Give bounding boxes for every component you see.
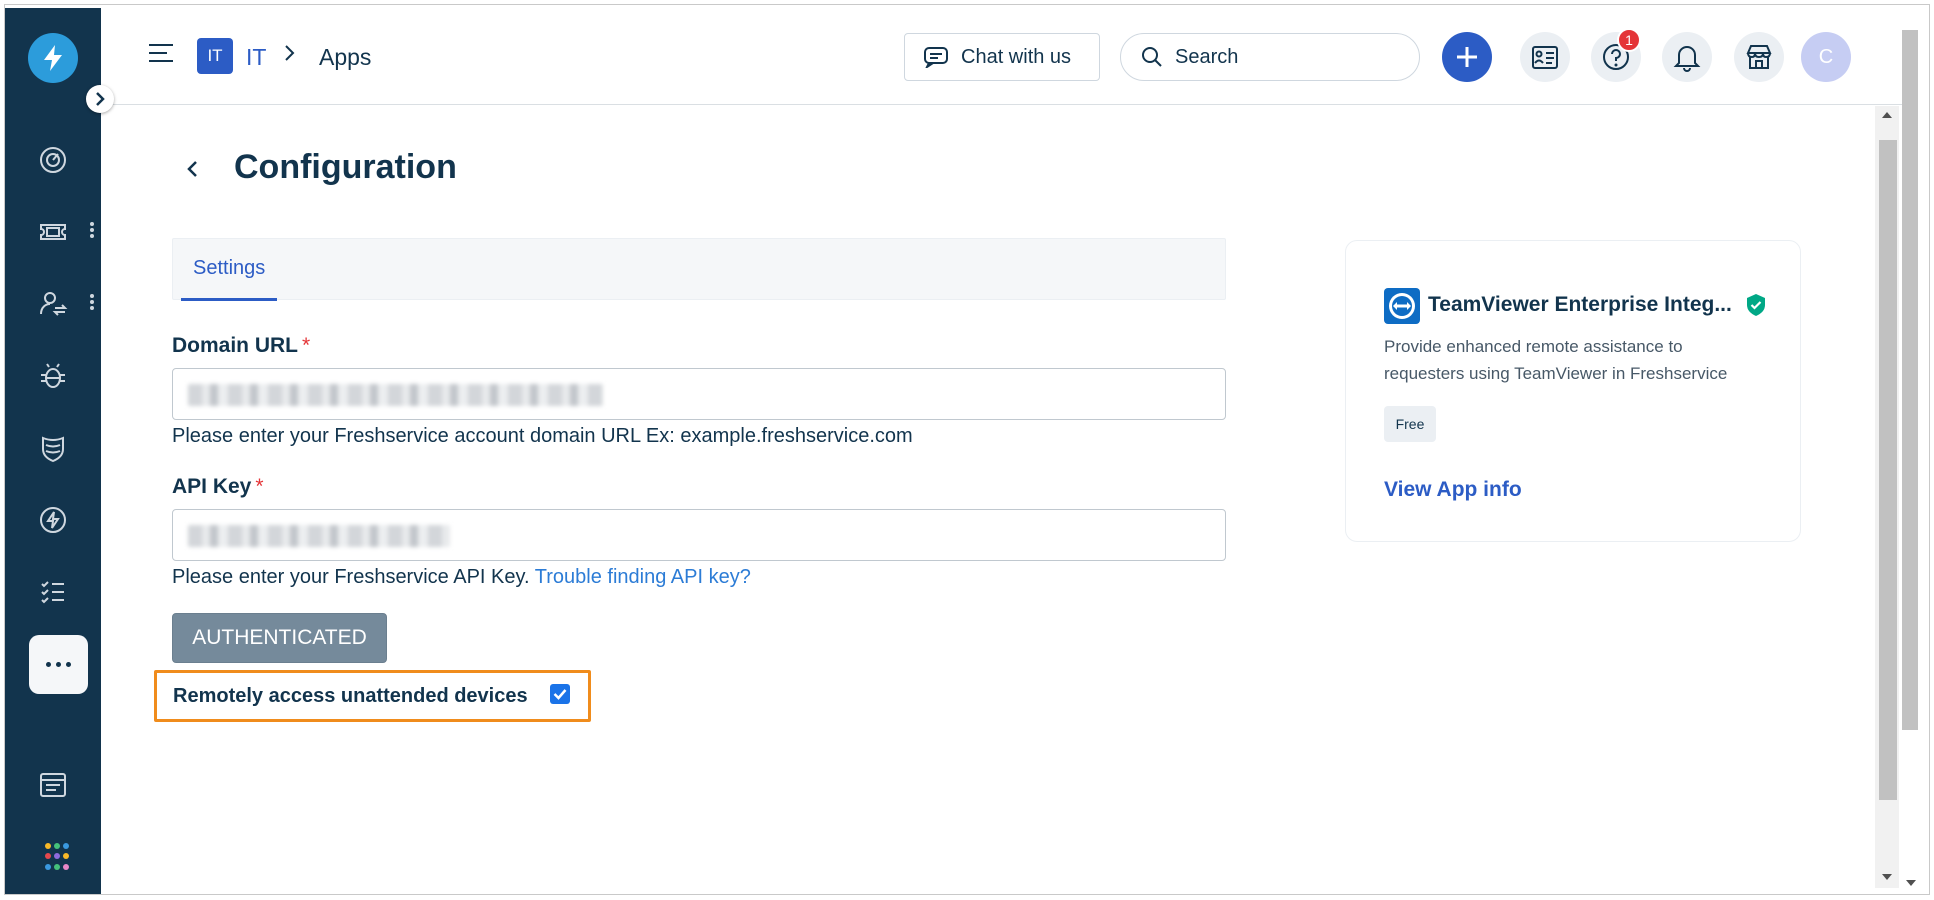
app-name: TeamViewer Enterprise Integ... xyxy=(1428,293,1732,316)
search-placeholder: Search xyxy=(1175,45,1239,68)
required-mark: * xyxy=(302,334,311,357)
api-key-hint-text: Please enter your Freshservice API Key. xyxy=(172,566,530,588)
api-key-label-text: API Key xyxy=(172,475,252,498)
problems-icon[interactable] xyxy=(29,352,77,400)
plus-icon xyxy=(1457,47,1477,67)
page-title: Configuration xyxy=(234,148,457,186)
api-key-hint: Please enter your Freshservice API Key. … xyxy=(172,566,751,589)
window-scroll-down-arrow-icon[interactable] xyxy=(1906,880,1916,886)
search-input[interactable]: Search xyxy=(1120,33,1420,81)
verified-shield-icon xyxy=(1746,293,1766,317)
trouble-finding-api-key-link[interactable]: Trouble finding API key? xyxy=(535,566,751,588)
back-chevron-icon[interactable] xyxy=(183,155,203,183)
contacts-menu-icon[interactable] xyxy=(88,292,96,316)
content-scrollbar[interactable] xyxy=(1875,106,1899,888)
todo-button[interactable] xyxy=(1520,32,1570,82)
redacted-api-key-value xyxy=(188,525,450,547)
redacted-domain-value xyxy=(188,384,603,406)
app-info-card: TeamViewer Enterprise Integ... Provide e… xyxy=(1345,240,1801,542)
freshservice-logo-icon[interactable] xyxy=(28,33,78,83)
apps-grid-icon[interactable] xyxy=(45,843,71,871)
top-header: IT IT Apps Chat with us Search 1 C xyxy=(101,8,1904,105)
chat-icon xyxy=(924,47,948,68)
chat-with-us-button[interactable]: Chat with us xyxy=(904,33,1100,81)
breadcrumb-current: Apps xyxy=(319,44,372,70)
domain-url-label: Domain URL * xyxy=(172,334,310,358)
domain-url-input[interactable] xyxy=(172,368,1226,420)
window-scrollbar-thumb[interactable] xyxy=(1902,30,1918,730)
checkmark-icon xyxy=(553,689,567,700)
authenticated-button[interactable]: AUTHENTICATED xyxy=(172,613,387,663)
marketplace-button[interactable] xyxy=(1734,32,1784,82)
tabs-bar: Settings xyxy=(172,238,1226,301)
more-icon[interactable] xyxy=(29,635,88,694)
clipboard-list-icon xyxy=(1532,46,1558,69)
contacts-icon[interactable] xyxy=(29,280,77,328)
chat-label: Chat with us xyxy=(961,45,1072,68)
search-icon xyxy=(1142,47,1162,67)
notifications-button[interactable] xyxy=(1662,32,1712,82)
changes-icon[interactable] xyxy=(29,424,77,472)
remote-access-checkbox[interactable] xyxy=(550,684,570,704)
scroll-up-arrow-icon[interactable] xyxy=(1882,112,1892,118)
tab-settings[interactable]: Settings xyxy=(181,239,278,301)
sidebar xyxy=(5,8,101,894)
scrollbar-thumb[interactable] xyxy=(1879,140,1897,800)
pricing-badge: Free xyxy=(1384,406,1436,442)
domain-url-hint: Please enter your Freshservice account d… xyxy=(172,425,913,447)
view-app-info-link[interactable]: View App info xyxy=(1384,478,1522,502)
teamviewer-logo-icon xyxy=(1384,288,1420,324)
app-window: IT IT Apps Chat with us Search 1 C Confi… xyxy=(0,0,1934,900)
domain-url-label-text: Domain URL xyxy=(172,334,298,357)
api-key-label: API Key * xyxy=(172,475,264,499)
new-item-button[interactable] xyxy=(1442,32,1492,82)
bell-icon xyxy=(1673,46,1701,72)
breadcrumb-workspace[interactable]: IT xyxy=(246,44,266,71)
tickets-icon[interactable] xyxy=(29,208,77,256)
releases-icon[interactable] xyxy=(29,496,77,544)
workspace-badge[interactable]: IT xyxy=(197,38,233,74)
breadcrumb-separator-icon xyxy=(284,42,296,68)
api-key-input[interactable] xyxy=(172,509,1226,561)
required-mark: * xyxy=(255,475,264,498)
store-icon xyxy=(1746,45,1772,69)
expand-sidebar-icon[interactable] xyxy=(86,85,114,113)
user-avatar[interactable]: C xyxy=(1801,32,1851,82)
dashboard-icon[interactable] xyxy=(29,136,77,184)
remote-access-label: Remotely access unattended devices xyxy=(173,685,528,707)
hamburger-menu-icon[interactable] xyxy=(149,44,173,64)
tasks-icon[interactable] xyxy=(29,568,77,616)
tickets-menu-icon[interactable] xyxy=(88,220,96,244)
app-description: Provide enhanced remote assistance to re… xyxy=(1384,337,1728,383)
notification-count-badge: 1 xyxy=(1617,28,1641,52)
news-icon[interactable] xyxy=(29,761,77,809)
scroll-down-arrow-icon[interactable] xyxy=(1882,874,1892,880)
